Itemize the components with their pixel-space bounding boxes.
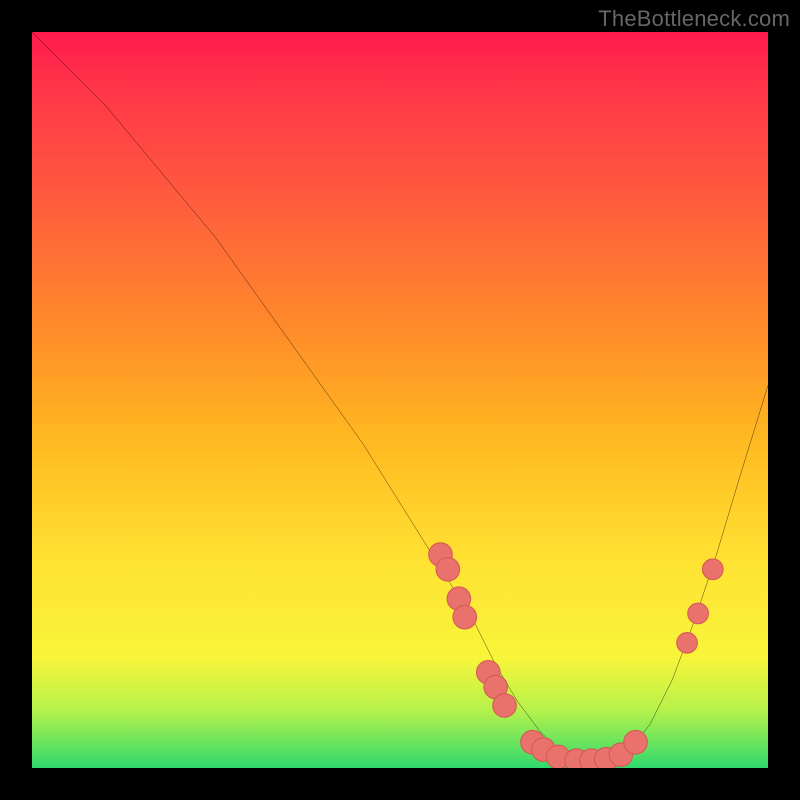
marker-pt-b [436,558,460,582]
bottleneck-curve [32,32,768,761]
marker-pt-e2 [493,694,517,718]
marker-pt-m [702,559,723,580]
marker-pt-j [624,730,648,754]
marker-pt-l [688,603,709,624]
watermark-text: TheBottleneck.com [598,6,790,32]
plot-area [32,32,768,768]
marker-pt-k [677,633,698,654]
chart-frame: TheBottleneck.com [0,0,800,800]
chart-svg [32,32,768,768]
marker-pt-c2 [453,605,477,629]
